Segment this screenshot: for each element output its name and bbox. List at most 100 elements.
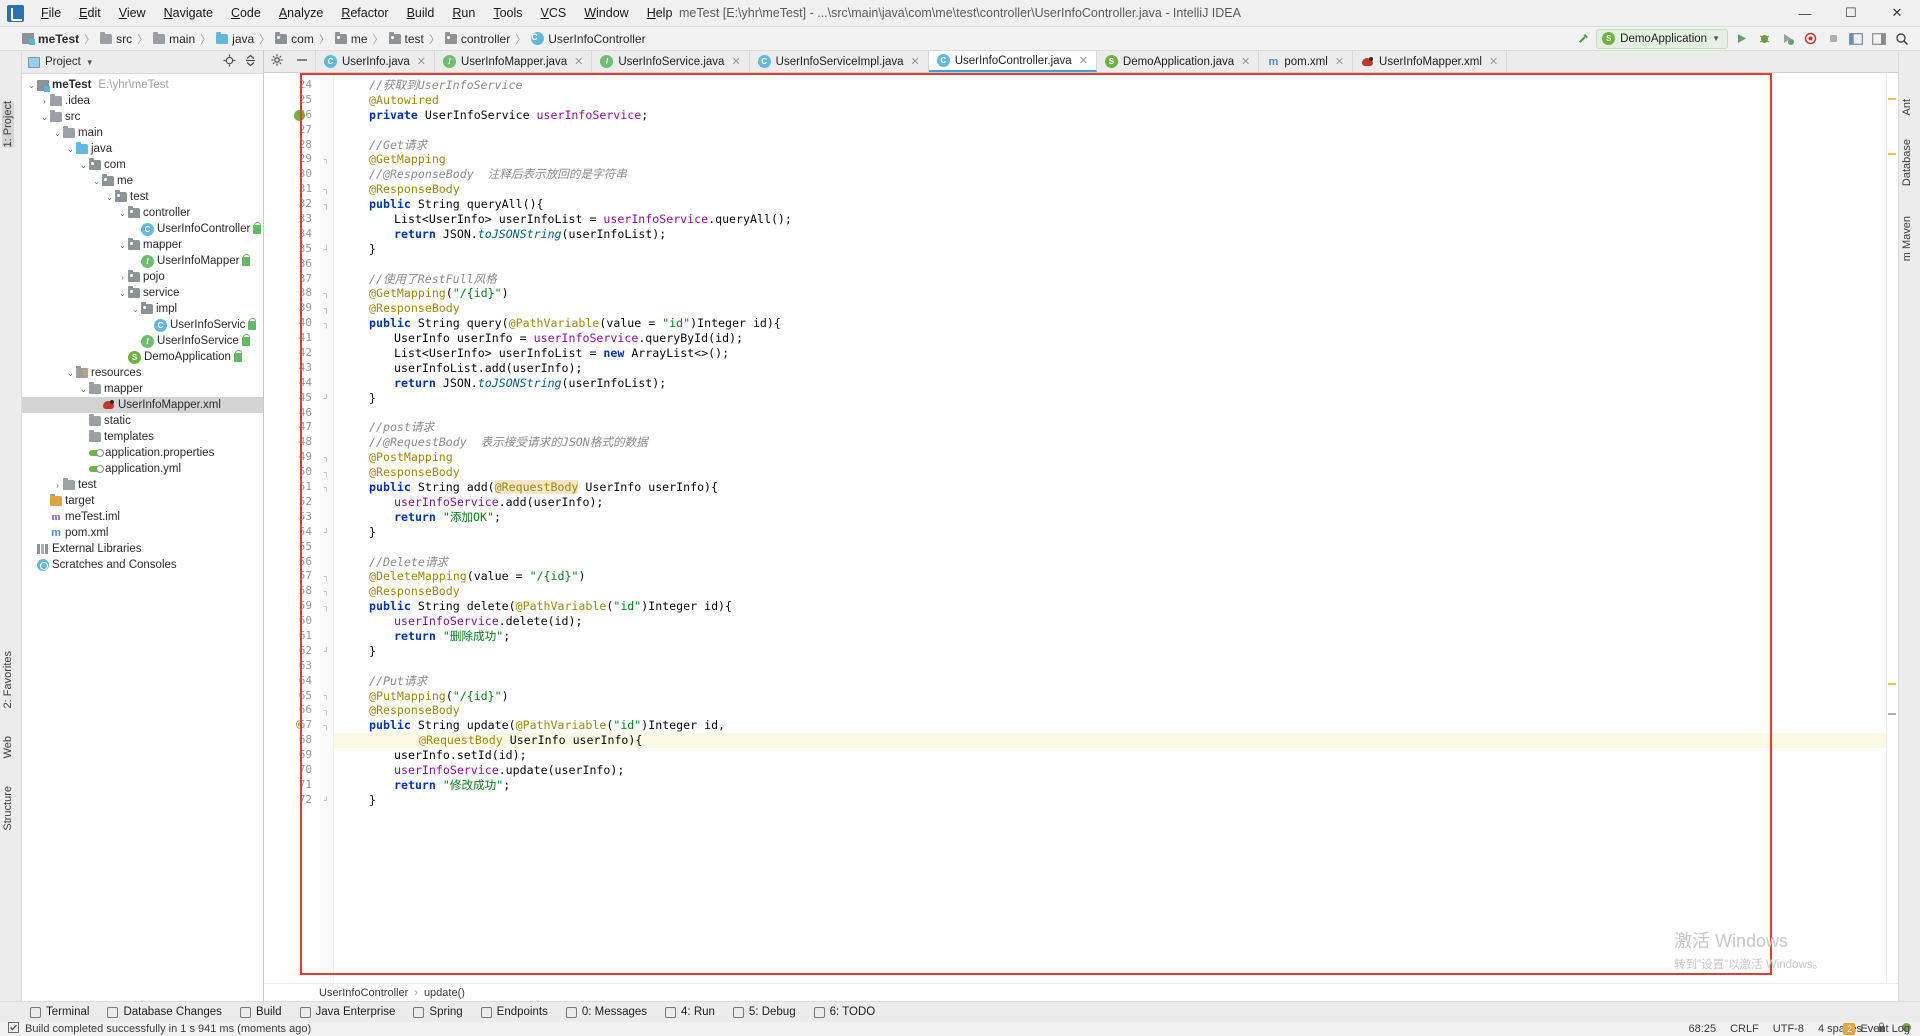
- close-tab-icon[interactable]: ✕: [1241, 55, 1250, 68]
- tree-item-metest[interactable]: ⌄ meTest E:\yhr\meTest: [22, 77, 263, 93]
- menu-item-vcs[interactable]: VCS: [532, 3, 576, 23]
- tool-window-tab-structure[interactable]: Structure: [2, 786, 14, 831]
- code-line[interactable]: }: [334, 793, 1886, 808]
- code-line[interactable]: @DeleteMapping(value = "/{id}"): [334, 569, 1886, 584]
- editor-tab-userinfocontroller-java[interactable]: C UserInfoController.java ✕: [928, 51, 1097, 72]
- code-fold-marker[interactable]: ┐: [320, 689, 333, 704]
- code-line[interactable]: }: [334, 644, 1886, 659]
- code-line[interactable]: @PostMapping: [334, 450, 1886, 465]
- tree-item-test[interactable]: › test: [22, 477, 263, 493]
- tree-item-application-properties[interactable]: application.properties: [22, 445, 263, 461]
- chevron-down-icon[interactable]: ⌄: [65, 369, 76, 378]
- code-editor[interactable]: 24 25 26 27 28 29 30 31 32 33 34 35 36 37 38 39 40 41 42 43…: [264, 73, 1898, 983]
- code-line[interactable]: public String add(@RequestBody UserInfo …: [334, 480, 1886, 495]
- tool-window-tab-maven[interactable]: m Maven: [1901, 216, 1913, 261]
- code-fold-marker[interactable]: ┐: [320, 703, 333, 718]
- tool-window-tab-database[interactable]: Database: [1901, 139, 1913, 186]
- tree-item-resources[interactable]: ⌄ resources: [22, 365, 263, 381]
- breadcrumb-item-test[interactable]: test: [388, 31, 424, 46]
- code-line[interactable]: @GetMapping("/{id}"): [334, 286, 1886, 301]
- breadcrumb-method[interactable]: update(): [424, 987, 465, 999]
- close-tab-icon[interactable]: ✕: [1335, 55, 1344, 68]
- code-line[interactable]: return "删除成功";: [334, 629, 1886, 644]
- menu-item-build[interactable]: Build: [398, 3, 444, 23]
- tool-window-button-endpoints[interactable]: Endpoints: [473, 1004, 556, 1020]
- tool-window-button-build[interactable]: Build: [232, 1004, 290, 1020]
- code-line[interactable]: //post请求: [334, 420, 1886, 435]
- chevron-right-icon[interactable]: ›: [39, 97, 50, 106]
- code-line[interactable]: return "修改成功";: [334, 778, 1886, 793]
- project-title-group[interactable]: Project ▼: [28, 56, 94, 68]
- code-fold-marker[interactable]: ┐: [320, 599, 333, 614]
- close-button[interactable]: ✕: [1874, 0, 1920, 27]
- tool-window-button-5-debug[interactable]: 5: Debug: [725, 1004, 804, 1020]
- menu-item-edit[interactable]: Edit: [70, 3, 110, 23]
- code-line[interactable]: List<UserInfo> userInfoList = new ArrayL…: [334, 346, 1886, 361]
- tree-item-com[interactable]: ⌄ com: [22, 157, 263, 173]
- code-line[interactable]: [334, 123, 1886, 138]
- spring-bean-icon[interactable]: [294, 109, 305, 121]
- tree-item-mapper[interactable]: ⌄ mapper: [22, 381, 263, 397]
- editor-tabs[interactable]: C UserInfo.java ✕ I UserInfoMapper.java ✕ I Use…: [316, 51, 1508, 72]
- warning-marker[interactable]: [1888, 153, 1896, 155]
- chevron-right-icon[interactable]: ›: [117, 273, 128, 282]
- code-line[interactable]: @GetMapping: [334, 152, 1886, 167]
- menu-item-run[interactable]: Run: [443, 3, 484, 23]
- code-line[interactable]: userInfoList.add(userInfo);: [334, 361, 1886, 376]
- search-everywhere-icon[interactable]: [1892, 29, 1912, 49]
- breadcrumb[interactable]: meTest 〉 src 〉 main 〉 java 〉 com 〉 me 〉 test 〉 control…: [22, 31, 646, 47]
- code-line[interactable]: [334, 257, 1886, 272]
- tool-window-tab-project[interactable]: 1: Project: [2, 101, 14, 148]
- close-tab-icon[interactable]: ✕: [731, 55, 740, 68]
- tree-item-userinfomapper[interactable]: I UserInfoMapper: [22, 253, 263, 269]
- right-tool-strip[interactable]: Ant Database m Maven: [1898, 51, 1920, 1001]
- tab-bar-leading-actions[interactable]: [264, 51, 316, 72]
- code-line[interactable]: public String query(@PathVariable(value …: [334, 316, 1886, 331]
- hammer-build-icon[interactable]: [1573, 29, 1593, 49]
- tool-window-tab-web[interactable]: Web: [2, 736, 14, 758]
- run-icon[interactable]: [1731, 29, 1751, 49]
- code-line[interactable]: //@RequestBody 表示接受请求的JSON格式的数据: [334, 435, 1886, 450]
- profiler-icon[interactable]: [1800, 29, 1820, 49]
- breadcrumb-item-metest[interactable]: meTest: [22, 32, 79, 46]
- editor-tab-userinfomapper-xml[interactable]: UserInfoMapper.xml ✕: [1353, 51, 1508, 72]
- tree-item-java[interactable]: ⌄ java: [22, 141, 263, 157]
- chevron-down-icon[interactable]: ⌄: [52, 129, 63, 138]
- locate-file-icon[interactable]: [223, 54, 236, 70]
- menu-item-navigate[interactable]: Navigate: [155, 3, 222, 23]
- code-fold-marker[interactable]: ┐: [320, 301, 333, 316]
- code-line[interactable]: userInfoService.add(userInfo);: [334, 495, 1886, 510]
- breadcrumb-item-java[interactable]: java: [216, 31, 254, 46]
- tree-item-mapper[interactable]: ⌄ mapper: [22, 237, 263, 253]
- breadcrumb-item-src[interactable]: src: [100, 31, 132, 46]
- tree-item-target[interactable]: target: [22, 493, 263, 509]
- code-line[interactable]: [334, 659, 1886, 674]
- tree-item-service[interactable]: ⌄ service: [22, 285, 263, 301]
- breadcrumb-item-controller[interactable]: controller: [444, 31, 510, 46]
- tree-item-impl[interactable]: ⌄ impl: [22, 301, 263, 317]
- code-line[interactable]: @RequestBody UserInfo userInfo){: [334, 733, 1886, 749]
- tool-window-button-java-enterprise[interactable]: Java Enterprise: [292, 1004, 404, 1020]
- tree-item-static[interactable]: static: [22, 413, 263, 429]
- code-line[interactable]: //Put请求: [334, 674, 1886, 689]
- code-line[interactable]: userInfoService.delete(id);: [334, 614, 1886, 629]
- chevron-down-icon[interactable]: ⌄: [91, 177, 102, 186]
- code-line[interactable]: @ResponseBody: [334, 465, 1886, 480]
- file-encoding[interactable]: UTF-8: [1773, 1023, 1804, 1035]
- tree-item-external-libraries[interactable]: External Libraries: [22, 541, 263, 557]
- left-tool-strip[interactable]: 1: Project 2: Favorites Web Structure: [0, 51, 22, 1001]
- code-fold-marker[interactable]: ┐: [320, 584, 333, 599]
- tree-item-application-yml[interactable]: application.yml: [22, 461, 263, 477]
- editor-tab-pom-xml[interactable]: m pom.xml ✕: [1259, 51, 1354, 72]
- close-tab-icon[interactable]: ✕: [910, 55, 919, 68]
- code-line[interactable]: return JSON.toJSONString(userInfoList);: [334, 227, 1886, 242]
- editor-scrollbar[interactable]: [1886, 73, 1898, 983]
- code-fold-marker[interactable]: ┐: [320, 197, 333, 212]
- tree-item-templates[interactable]: templates: [22, 429, 263, 445]
- code-fold-marker[interactable]: ┐: [320, 182, 333, 197]
- code-fold-marker[interactable]: ┐: [320, 569, 333, 584]
- code-fold-marker[interactable]: ┐: [320, 480, 333, 495]
- code-line[interactable]: [334, 540, 1886, 555]
- code-line[interactable]: userInfo.setId(id);: [334, 748, 1886, 763]
- debug-icon[interactable]: [1754, 29, 1774, 49]
